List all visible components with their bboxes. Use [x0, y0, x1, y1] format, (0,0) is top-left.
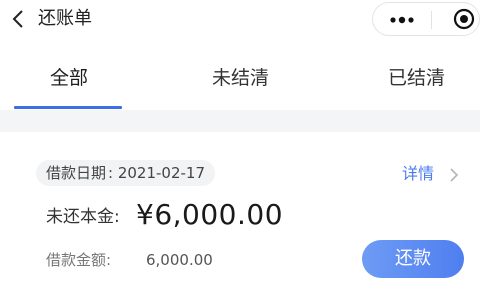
page-title: 还账单 — [38, 8, 92, 29]
loan-date-colon: : — [108, 164, 118, 182]
tab-all[interactable]: 全部 — [50, 66, 88, 90]
loan-amount-value: 6,000.00 — [146, 251, 213, 269]
more-dots-icon[interactable] — [387, 12, 417, 28]
loan-date-value: 2021-02-17 — [117, 164, 206, 182]
target-circle-icon[interactable] — [453, 8, 475, 30]
tab-bar: 全部 未结清 已结清 — [0, 40, 480, 110]
tab-settled[interactable]: 已结清 — [388, 66, 445, 90]
principal-label: 未还本金: — [46, 207, 120, 227]
capsule-divider — [431, 11, 432, 29]
active-tab-indicator — [14, 106, 122, 109]
top-bar: 还账单 — [0, 0, 480, 40]
chevron-left-icon[interactable] — [8, 8, 30, 30]
repay-button[interactable]: 还款 — [362, 240, 464, 278]
tab-unsettled[interactable]: 未结清 — [212, 66, 269, 90]
detail-link[interactable]: 详情 — [402, 164, 434, 184]
loan-amount-label: 借款金额: — [46, 251, 112, 269]
loan-date-label: 借款日期 — [46, 164, 107, 182]
principal-amount: ¥6,000.00 — [136, 198, 284, 231]
chevron-right-icon[interactable] — [449, 168, 459, 182]
loan-date-badge: 借款日期: 2021-02-17 — [36, 160, 216, 186]
mini-program-capsule — [372, 2, 480, 36]
bill-card: 借款日期: 2021-02-17 详情 未还本金: ¥6,000.00 借款金额… — [0, 132, 480, 300]
